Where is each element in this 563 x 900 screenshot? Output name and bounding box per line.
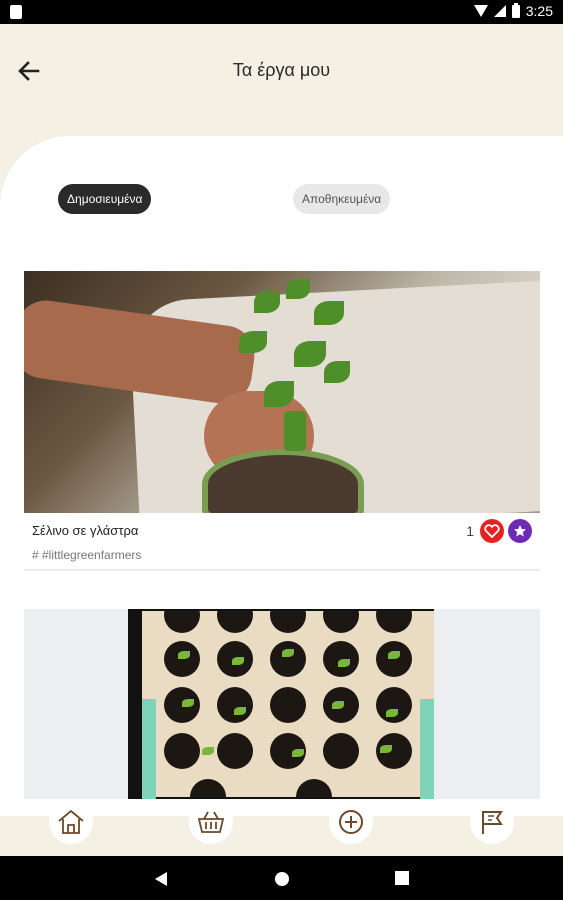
tray-cell <box>296 779 332 797</box>
post-actions: 1 <box>466 519 532 543</box>
nav-home[interactable] <box>49 800 93 844</box>
system-nav-bar <box>0 856 563 900</box>
bottom-nav <box>0 800 563 856</box>
battery-icon <box>511 2 520 18</box>
favorite-button[interactable] <box>508 519 532 543</box>
leaf-shape <box>264 381 294 407</box>
page-title: Τα έργα μου <box>232 60 331 80</box>
sprout-shape <box>380 745 392 753</box>
leaf-shape <box>294 341 326 367</box>
post-card[interactable] <box>24 609 540 799</box>
sprout-shape <box>202 747 214 755</box>
notification-icon <box>10 5 22 19</box>
tray-cell <box>217 611 253 633</box>
leaf-shape <box>314 301 344 325</box>
tray-cell <box>190 779 226 797</box>
tray-cell <box>270 687 306 723</box>
sprout-shape <box>178 651 190 659</box>
main-content: Δημοσιευμένα Αποθηκευμένα Σέλινο σε γλάσ… <box>0 136 563 888</box>
tray-cell <box>323 611 359 633</box>
sprout-shape <box>182 699 194 707</box>
pot-shape <box>202 449 364 513</box>
nav-projects[interactable] <box>470 800 514 844</box>
sprout-shape <box>232 657 244 665</box>
signal-icon <box>493 5 506 17</box>
recents-square-icon[interactable] <box>395 871 409 885</box>
back-triangle-icon[interactable] <box>154 871 168 887</box>
post-image[interactable] <box>128 609 434 799</box>
sprout-shape <box>338 659 350 667</box>
app-header: Τα έργα μου <box>0 24 563 144</box>
leaf-shape <box>254 291 280 313</box>
leaf-shape <box>324 361 350 383</box>
like-count: 1 <box>466 523 474 539</box>
tray-cell <box>164 641 200 677</box>
star-icon <box>514 525 526 537</box>
tray-cell <box>376 641 412 677</box>
post-hashtag[interactable]: # #littlegreenfarmers <box>32 548 141 562</box>
nav-add[interactable] <box>329 800 373 844</box>
home-icon <box>58 809 84 834</box>
status-bar: 3:25 <box>0 0 563 24</box>
status-time: 3:25 <box>525 3 553 19</box>
tab-published[interactable]: Δημοσιευμένα <box>58 184 152 214</box>
post-image[interactable] <box>24 271 540 513</box>
glove-shape <box>420 699 434 799</box>
leaf-shape <box>239 331 267 353</box>
wifi-icon <box>473 5 488 17</box>
tray-cell <box>376 611 412 633</box>
heart-icon <box>484 524 500 538</box>
like-button[interactable] <box>480 519 504 543</box>
tray-cell <box>323 733 359 769</box>
tab-saved[interactable]: Αποθηκευμένα <box>293 184 391 214</box>
sprout-shape <box>234 707 246 715</box>
sprout-shape <box>386 709 398 717</box>
plus-circle-icon <box>339 810 363 834</box>
leaf-shape <box>286 279 310 299</box>
sprout-shape <box>282 649 294 657</box>
tray-cell <box>217 733 253 769</box>
tray-cell <box>217 687 253 723</box>
tray-cell <box>164 733 200 769</box>
tray-cell <box>164 611 200 633</box>
post-title: Σέλινο σε γλάστρα <box>32 523 139 538</box>
stem-shape <box>284 411 306 451</box>
glove-shape <box>142 699 156 799</box>
basket-icon <box>197 811 225 833</box>
sprout-shape <box>332 701 344 709</box>
seedling-tray <box>142 611 434 797</box>
tray-cell <box>270 611 306 633</box>
sprout-shape <box>388 651 400 659</box>
post-card[interactable]: Σέλινο σε γλάστρα # #littlegreenfarmers … <box>24 271 540 571</box>
tray-cell <box>376 687 412 723</box>
tray-cell <box>270 641 306 677</box>
flag-icon <box>482 811 503 834</box>
sprout-shape <box>292 749 304 757</box>
home-circle-icon[interactable] <box>274 871 290 887</box>
nav-market[interactable] <box>189 800 233 844</box>
